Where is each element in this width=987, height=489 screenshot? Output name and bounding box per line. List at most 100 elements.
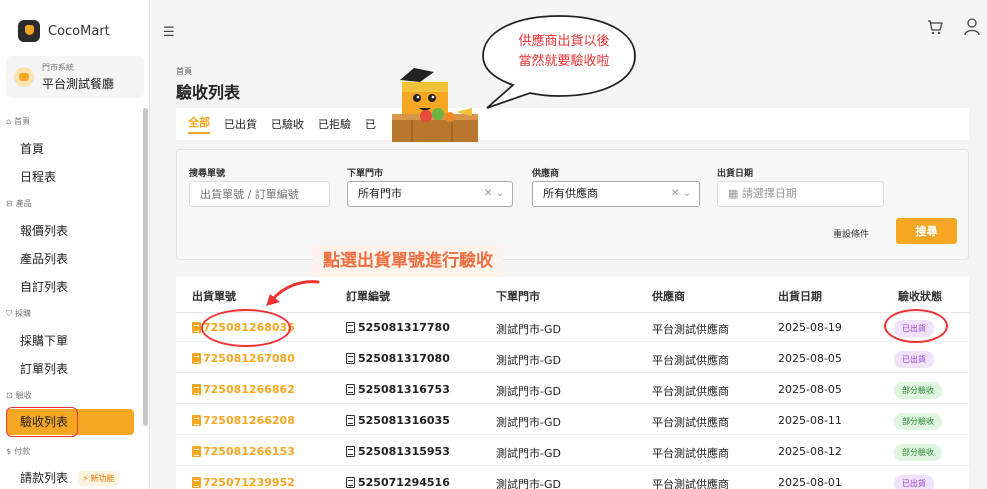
cart-small-icon: ⛉ (6, 308, 12, 318)
nav-group-products: ⊟ 產品 (6, 199, 32, 208)
receiving-icon: ⊡ (6, 391, 13, 400)
shipment-number-link[interactable]: 725081266862 (192, 383, 295, 396)
table-row[interactable]: 725081268035 525081317780 測試門市-GD 平台測試供應商 20… (176, 313, 969, 342)
document-icon (346, 353, 355, 364)
clear-icon[interactable]: ✕ (671, 188, 679, 199)
cart-icon[interactable] (927, 19, 943, 35)
shipment-number-link[interactable]: 725081267080 (192, 352, 295, 365)
column-header-date: 出貨日期 (778, 290, 822, 303)
order-number: 525071294516 (346, 476, 450, 489)
home-icon: ⌂ (6, 117, 12, 126)
ship-date-cell: 2025-08-05 (778, 352, 842, 365)
column-header-shipment: 出貨單號 (192, 290, 236, 303)
document-icon (192, 415, 201, 426)
column-header-supplier: 供應商 (652, 290, 685, 303)
column-header-store: 下單門市 (496, 290, 540, 303)
nav-group-home: ⌂ 首頁 (6, 117, 31, 126)
filter-panel: 搜尋單號 下單門市 所有門市 ✕ ⌄ 供應商 所有供應商 ✕ ⌄ 出貨日期 ▦ … (176, 149, 969, 260)
column-header-status: 驗收狀態 (898, 290, 942, 303)
document-icon (192, 477, 201, 488)
order-number: 525081317080 (346, 352, 450, 365)
menu-collapse-icon[interactable]: ☰ (163, 25, 175, 40)
nav-group-receiving: ⊡ 驗收 (6, 391, 32, 400)
tab-shipped[interactable]: 已出貨 (224, 116, 257, 132)
store-name: 平台測試餐廳 (42, 77, 115, 91)
sidebar-item-place-order[interactable]: 採購下單 (20, 332, 68, 349)
supplier-cell: 平台測試供應商 (652, 447, 729, 460)
search-button[interactable]: 搜尋 (896, 218, 957, 244)
document-icon (346, 446, 355, 457)
calendar-icon: ▦ (728, 187, 739, 200)
app-name: CocoMart (48, 23, 110, 39)
sidebar-scrollbar[interactable] (143, 108, 148, 426)
store-cell: 測試門市-GD (496, 354, 561, 367)
box-icon: ⊟ (6, 199, 13, 208)
order-number: 525081316753 (346, 383, 450, 396)
table-row[interactable]: 725081266153 525081315953 測試門市-GD 平台測試供應商 20… (176, 437, 969, 466)
supplier-cell: 平台測試供應商 (652, 385, 729, 398)
sidebar-item-quotes[interactable]: 報價列表 (20, 222, 68, 239)
ship-date-picker[interactable]: ▦ 請選擇日期 (717, 181, 884, 207)
new-feature-badge: ⚡ 新功能 (77, 471, 120, 486)
user-icon[interactable] (964, 18, 980, 36)
ship-date-label: 出貨日期 (717, 169, 754, 179)
tab-rejected[interactable]: 已拒驗 (318, 116, 351, 132)
shipment-number-link[interactable]: 725081266153 (192, 445, 295, 458)
shipment-search-input[interactable] (189, 181, 330, 207)
status-badge: 已出貨 (894, 351, 934, 368)
shipment-search-label: 搜尋單號 (189, 169, 226, 179)
shipment-number-link[interactable]: 725071239952 (192, 476, 295, 489)
sidebar-item-home[interactable]: 首頁 (20, 140, 44, 157)
table-row[interactable]: 725081266862 525081316753 測試門市-GD 平台測試供應商 20… (176, 375, 969, 404)
document-icon (192, 384, 201, 395)
supplier-cell: 平台測試供應商 (652, 478, 729, 489)
shipment-number-link[interactable]: 725081266208 (192, 414, 295, 427)
tab-received[interactable]: 已驗收 (271, 116, 304, 132)
table-row[interactable]: 725081267080 525081317080 測試門市-GD 平台測試供應商 20… (176, 344, 969, 373)
document-icon (192, 353, 201, 364)
supplier-cell: 平台測試供應商 (652, 354, 729, 367)
tab-all[interactable]: 全部 (188, 114, 210, 134)
tab-partial[interactable]: 已 (365, 116, 376, 132)
document-icon (346, 384, 355, 395)
sidebar-item-invoices[interactable]: 請款列表 ⚡ 新功能 (20, 469, 120, 486)
store-switcher[interactable]: 門市系統 平台測試餐廳 (6, 56, 144, 98)
status-annotation-ring (884, 309, 948, 343)
status-badge: 部分驗收 (894, 413, 942, 430)
store-select[interactable]: 所有門市 ✕ ⌄ (347, 181, 513, 207)
nav-group-purchase: ⛉ 採購 (6, 308, 31, 319)
lightning-icon: ⚡ (82, 474, 89, 483)
status-badge: 部分驗收 (894, 382, 942, 399)
chevron-down-icon: ⌄ (682, 188, 691, 199)
sidebar-item-orders[interactable]: 訂單列表 (20, 360, 68, 377)
store-cell: 測試門市-GD (496, 385, 561, 398)
reset-filters-link[interactable]: 重設條件 (833, 227, 869, 240)
pointer-arrow (266, 280, 320, 306)
store-system-label: 門市系統 (42, 63, 74, 72)
shipment-number-annotation-ring (201, 309, 291, 347)
ship-date-cell: 2025-08-12 (778, 445, 842, 458)
sidebar-item-schedule[interactable]: 日程表 (20, 168, 56, 185)
supplier-filter-label: 供應商 (532, 169, 560, 179)
table-row[interactable]: 725081266208 525081316035 測試門市-GD 平台測試供應商 20… (176, 406, 969, 435)
store-cell: 測試門市-GD (496, 478, 561, 489)
table-row[interactable]: 725071239952 525071294516 測試門市-GD 平台測試供應商 20… (176, 468, 969, 489)
supplier-cell: 平台測試供應商 (652, 323, 729, 336)
sidebar-item-products[interactable]: 產品列表 (20, 250, 68, 267)
order-number: 525081315953 (346, 445, 450, 458)
speech-bubble-text: 供應商出貨以後 當然就要驗收啦 (518, 34, 610, 69)
active-item-annotation-ring (6, 407, 78, 437)
app-logo[interactable]: CocoMart (18, 20, 110, 42)
payment-icon: $ (6, 447, 12, 456)
order-number: 525081316035 (346, 414, 450, 427)
store-avatar (14, 67, 34, 87)
supplier-select[interactable]: 所有供應商 ✕ ⌄ (532, 181, 700, 207)
mascot-illustration (392, 68, 478, 142)
breadcrumb[interactable]: 首頁 (176, 66, 192, 77)
document-icon (192, 322, 201, 333)
clear-icon[interactable]: ✕ (484, 188, 492, 199)
document-icon (346, 477, 355, 488)
sidebar: CocoMart 門市系統 平台測試餐廳 ⌂ 首頁 首頁 日程表 ⊟ 產品 報價… (0, 0, 150, 489)
ship-date-cell: 2025-08-11 (778, 414, 842, 427)
sidebar-item-custom-lists[interactable]: 自訂列表 (20, 278, 68, 295)
